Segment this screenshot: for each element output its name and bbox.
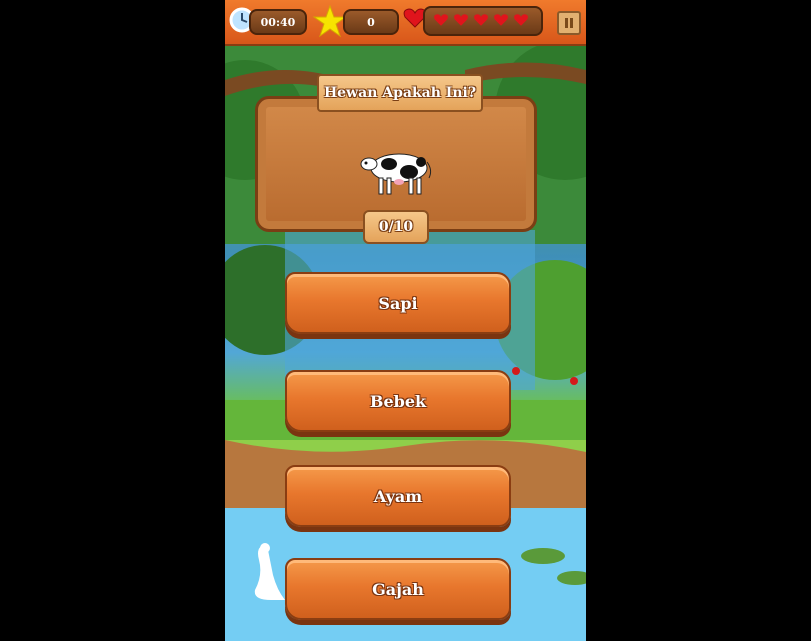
heart-icon xyxy=(494,14,508,26)
answer-label: Bebek xyxy=(369,391,427,411)
progress-counter: 0/10 xyxy=(378,219,414,235)
heart-icon xyxy=(454,14,468,26)
timer-display: 00:40 xyxy=(249,9,307,35)
heart-icon xyxy=(514,14,528,26)
timer-text: 00:40 xyxy=(260,15,296,29)
cow-image xyxy=(360,153,432,195)
answer-button-2[interactable]: Bebek xyxy=(285,370,511,432)
answer-button-3[interactable]: Ayam xyxy=(285,465,511,527)
heart-icon xyxy=(474,14,488,26)
progress-plank: 0/10 xyxy=(363,210,429,244)
answer-label: Gajah xyxy=(372,579,424,599)
answer-label: Sapi xyxy=(378,293,418,313)
question-title: Hewan Apakah Ini? xyxy=(323,85,477,101)
pause-icon xyxy=(565,18,573,28)
score-text: 0 xyxy=(367,15,375,29)
question-title-plank: Hewan Apakah Ini? xyxy=(317,74,483,112)
answer-button-4[interactable]: Gajah xyxy=(285,558,511,620)
heart-icon xyxy=(434,14,448,26)
star-icon xyxy=(313,4,347,38)
game-screen: 00:40 0 Hewan Apakah Ini? 0/10 Sapi Bebe… xyxy=(225,0,586,641)
score-display: 0 xyxy=(343,9,399,35)
pause-button[interactable] xyxy=(557,11,581,35)
answer-button-1[interactable]: Sapi xyxy=(285,272,511,334)
answer-label: Ayam xyxy=(373,486,423,506)
hud-bar: 00:40 0 xyxy=(225,0,586,46)
